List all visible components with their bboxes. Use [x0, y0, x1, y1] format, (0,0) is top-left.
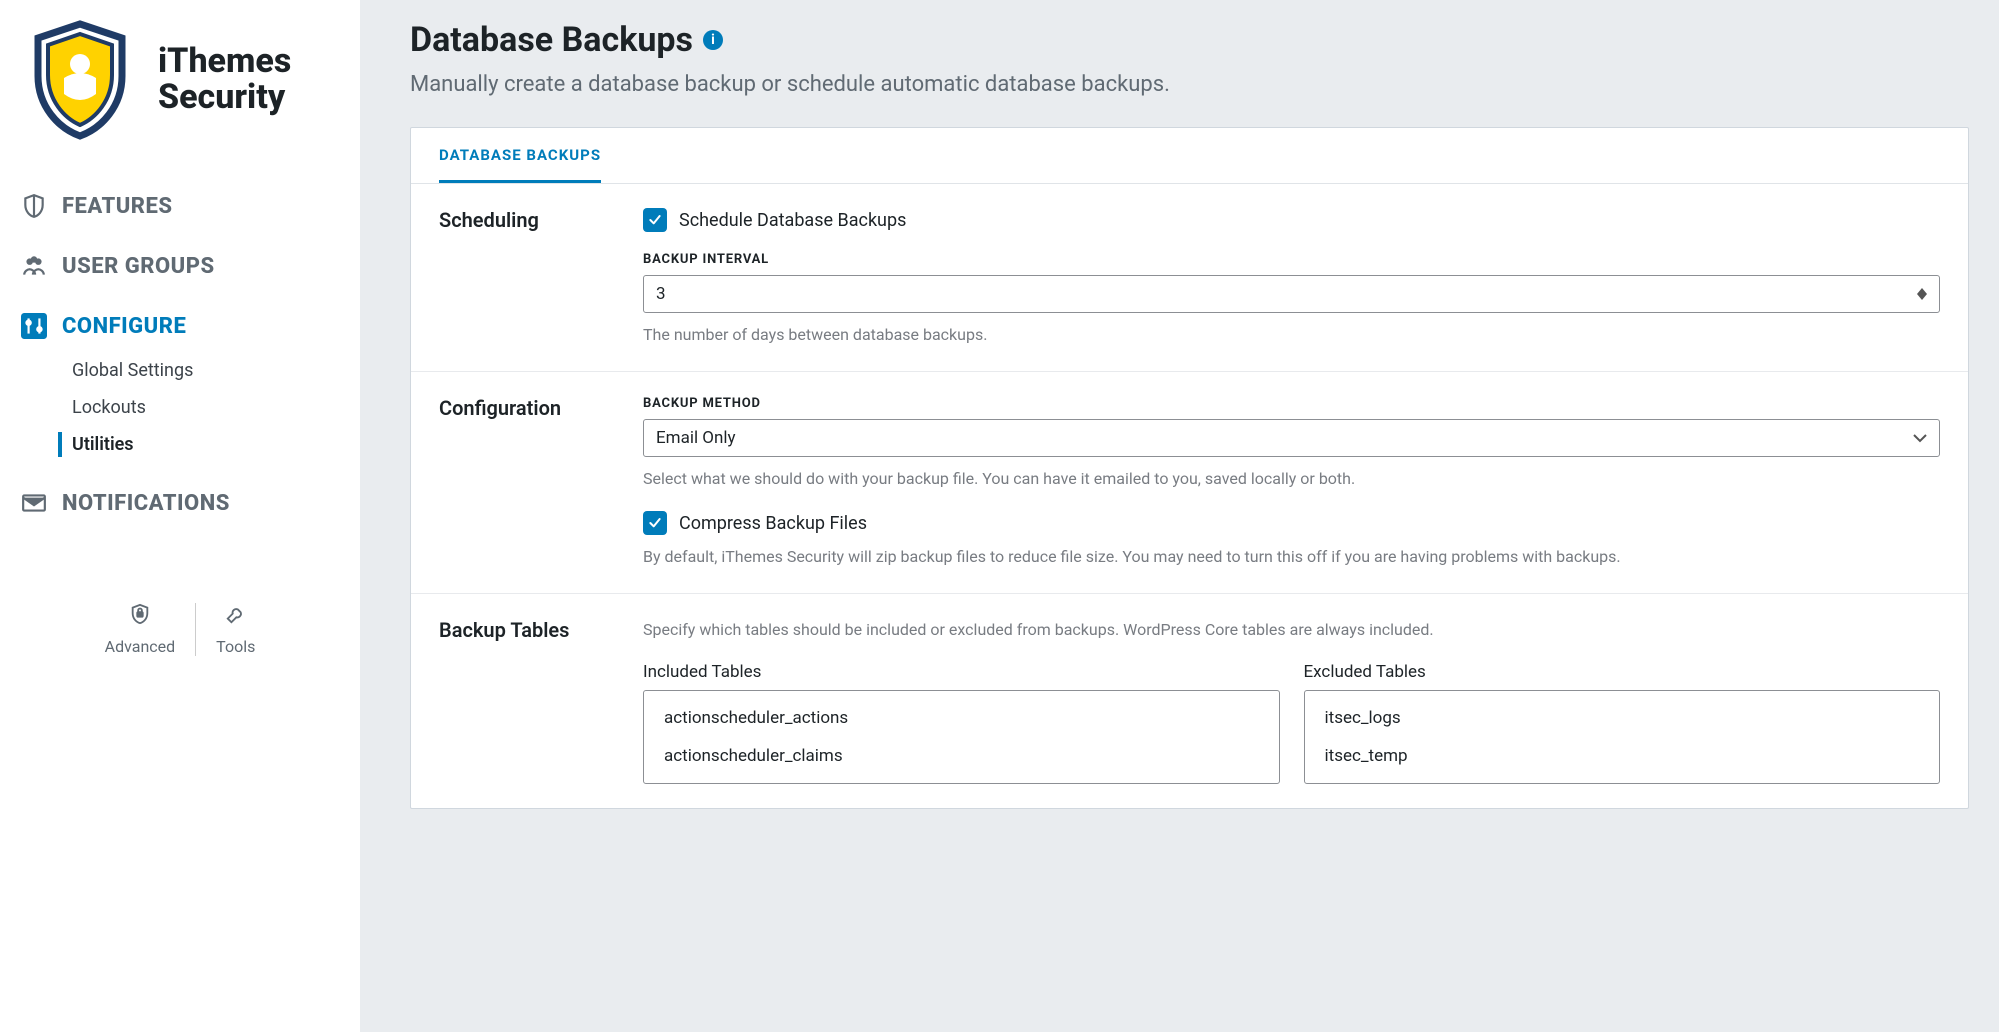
- section-label: Backup Tables: [439, 618, 643, 784]
- nav-label: FEATURES: [62, 194, 173, 219]
- page-title: Database Backups i: [410, 20, 1969, 60]
- page-description: Manually create a database backup or sch…: [410, 72, 1969, 97]
- main-content: Database Backups i Manually create a dat…: [360, 0, 1999, 1032]
- excluded-tables-list[interactable]: itsec_logs itsec_temp: [1304, 690, 1941, 784]
- nav-label: USER GROUPS: [62, 254, 215, 279]
- included-label: Included Tables: [643, 662, 1280, 682]
- configure-subnav: Global Settings Lockouts Utilities: [18, 352, 342, 463]
- settings-card: DATABASE BACKUPS Scheduling Schedule Dat…: [410, 127, 1969, 809]
- section-label: Scheduling: [439, 208, 643, 347]
- backup-method-select[interactable]: Email Only: [643, 419, 1940, 457]
- interval-label: BACKUP INTERVAL: [643, 252, 1940, 267]
- check-icon: [647, 212, 663, 228]
- brand-logo: iThemes Security: [18, 20, 342, 140]
- backup-interval-input[interactable]: 3: [643, 275, 1940, 313]
- lock-shield-icon: [105, 603, 176, 629]
- subnav-utilities[interactable]: Utilities: [72, 426, 342, 463]
- list-item[interactable]: itsec_logs: [1305, 699, 1940, 737]
- list-item[interactable]: actionscheduler_claims: [644, 737, 1279, 775]
- list-item[interactable]: itsec_temp: [1305, 737, 1940, 775]
- nav-user-groups[interactable]: USER GROUPS: [18, 236, 342, 296]
- users-icon: [20, 252, 48, 280]
- nav-label: CONFIGURE: [62, 314, 186, 339]
- nav-features[interactable]: FEATURES: [18, 176, 342, 236]
- section-label: Configuration: [439, 396, 643, 569]
- method-help: Select what we should do with your backu…: [643, 467, 1940, 491]
- section-scheduling: Scheduling Schedule Database Backups BAC…: [411, 184, 1968, 372]
- tabs: DATABASE BACKUPS: [411, 128, 1968, 184]
- section-configuration: Configuration BACKUP METHOD Email Only S…: [411, 372, 1968, 594]
- sliders-icon: [20, 312, 48, 340]
- checkbox-label: Schedule Database Backups: [679, 210, 906, 231]
- compress-help: By default, iThemes Security will zip ba…: [643, 545, 1940, 569]
- stepper-icon[interactable]: [1917, 288, 1927, 300]
- shield-logo-icon: [20, 20, 140, 140]
- list-item[interactable]: actionscheduler_actions: [644, 699, 1279, 737]
- method-label: BACKUP METHOD: [643, 396, 1940, 411]
- checkbox-label: Compress Backup Files: [679, 513, 867, 534]
- excluded-label: Excluded Tables: [1304, 662, 1941, 682]
- sidebar: iThemes Security FEATURES USER GROUPS CO…: [0, 0, 360, 1032]
- subnav-global-settings[interactable]: Global Settings: [72, 352, 342, 389]
- compress-files-checkbox[interactable]: [643, 511, 667, 535]
- shield-icon: [20, 192, 48, 220]
- section-backup-tables: Backup Tables Specify which tables shoul…: [411, 594, 1968, 808]
- nav-label: NOTIFICATIONS: [62, 491, 230, 516]
- info-icon[interactable]: i: [703, 30, 723, 50]
- nav-notifications[interactable]: NOTIFICATIONS: [18, 473, 342, 533]
- chevron-down-icon: [1913, 428, 1927, 448]
- brand-text: iThemes Security: [158, 44, 291, 115]
- backup-tables-help: Specify which tables should be included …: [643, 618, 1940, 642]
- footer-tools: Advanced Tools: [18, 603, 342, 656]
- tab-database-backups[interactable]: DATABASE BACKUPS: [439, 128, 601, 183]
- footer-tools-link[interactable]: Tools: [195, 603, 275, 656]
- subnav-lockouts[interactable]: Lockouts: [72, 389, 342, 426]
- included-tables-list[interactable]: actionscheduler_actions actionscheduler_…: [643, 690, 1280, 784]
- footer-label: Tools: [216, 637, 255, 656]
- schedule-backups-checkbox[interactable]: [643, 208, 667, 232]
- wrench-icon: [216, 603, 255, 629]
- included-tables-column: Included Tables actionscheduler_actions …: [643, 662, 1280, 784]
- excluded-tables-column: Excluded Tables itsec_logs itsec_temp: [1304, 662, 1941, 784]
- nav-configure[interactable]: CONFIGURE: [18, 296, 342, 356]
- check-icon: [647, 515, 663, 531]
- footer-advanced[interactable]: Advanced: [85, 603, 196, 656]
- mail-icon: [20, 489, 48, 517]
- interval-help: The number of days between database back…: [643, 323, 1940, 347]
- footer-label: Advanced: [105, 637, 176, 656]
